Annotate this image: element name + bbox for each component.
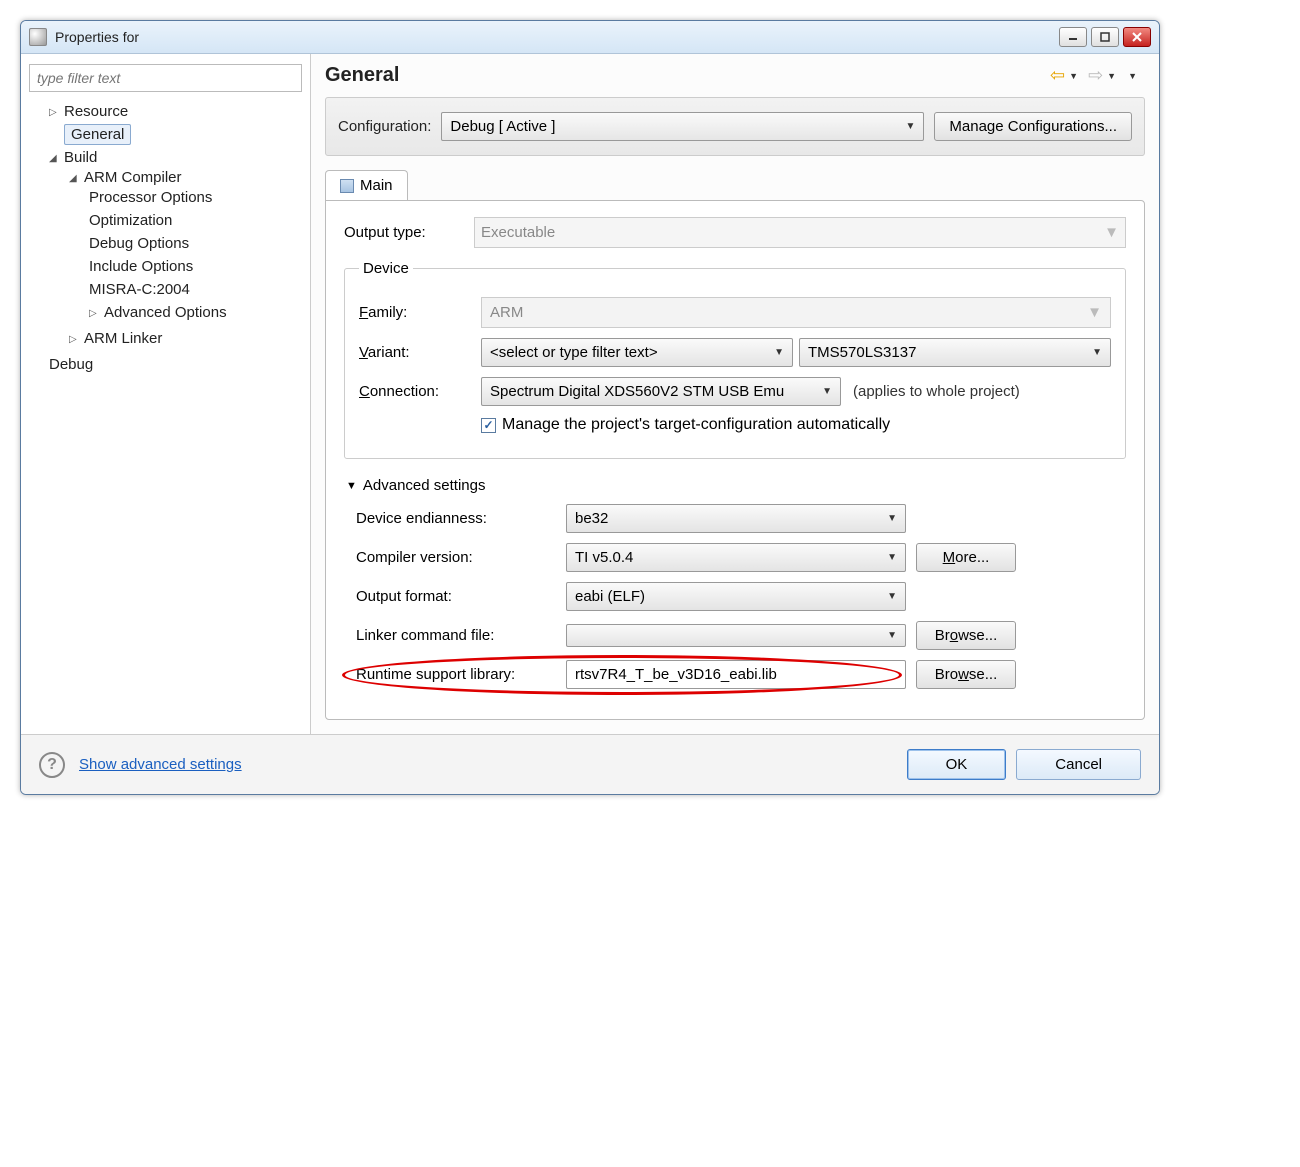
forward-icon[interactable]: ⇨ xyxy=(1088,65,1103,86)
tab-main[interactable]: Main xyxy=(325,170,408,200)
tree-item-misra[interactable]: MISRA-C:2004 xyxy=(89,278,302,301)
main-panel: General ⇦ ▼ ⇨ ▼ ▼ Configuration: Debug [ A… xyxy=(311,54,1159,734)
family-label: Family: xyxy=(359,304,469,321)
tree-item-arm-compiler[interactable]: ◢ARM Compiler Processor Options Optimiza… xyxy=(69,166,302,327)
forward-menu-icon[interactable]: ▼ xyxy=(1107,71,1116,81)
variant-filter-combo[interactable]: <select or type filter text>▼ xyxy=(481,338,793,367)
show-advanced-link[interactable]: Show advanced settings xyxy=(79,756,242,773)
connection-label: Connection: xyxy=(359,383,469,400)
output-type-label: Output type: xyxy=(344,224,464,241)
output-format-select[interactable]: eabi (ELF)▼ xyxy=(566,582,906,611)
linker-browse-button[interactable]: Browse... xyxy=(916,621,1016,650)
connection-note: (applies to whole project) xyxy=(853,383,1020,400)
output-format-label: Output format: xyxy=(356,588,556,605)
maximize-button[interactable] xyxy=(1091,27,1119,47)
configuration-select[interactable]: Debug [ Active ]▼ xyxy=(441,112,924,141)
variant-select[interactable]: TMS570LS3137▼ xyxy=(799,338,1111,367)
help-icon[interactable]: ? xyxy=(39,752,65,778)
ok-button[interactable]: OK xyxy=(907,749,1007,780)
tab-panel-main: Output type: Executable▼ Device Family: … xyxy=(325,200,1145,720)
back-icon[interactable]: ⇦ xyxy=(1050,65,1065,86)
compiler-version-select[interactable]: TI v5.0.4▼ xyxy=(566,543,906,572)
tree-item-include-options[interactable]: Include Options xyxy=(89,255,302,278)
nav-tree: ▷Resource General ◢Build ◢ARM Compiler P… xyxy=(29,100,302,376)
back-menu-icon[interactable]: ▼ xyxy=(1069,71,1078,81)
tree-item-resource[interactable]: ▷Resource xyxy=(49,100,302,123)
tree-item-build[interactable]: ◢Build ◢ARM Compiler Processor Options O… xyxy=(49,146,302,353)
manage-configurations-button[interactable]: Manage Configurations... xyxy=(934,112,1132,141)
rts-library-input[interactable]: rtsv7R4_T_be_v3D16_eabi.lib xyxy=(566,660,906,689)
output-type-select: Executable▼ xyxy=(474,217,1126,248)
family-select: ARM▼ xyxy=(481,297,1111,328)
tree-item-advanced-options[interactable]: ▷Advanced Options xyxy=(89,301,302,324)
dialog-footer: ? Show advanced settings OK Cancel xyxy=(21,734,1159,794)
device-group: Device Family: ARM▼ Variant: <select or … xyxy=(344,260,1126,459)
endianness-label: Device endianness: xyxy=(356,510,556,527)
filter-input[interactable] xyxy=(29,64,302,92)
configuration-label: Configuration: xyxy=(338,118,431,135)
advanced-settings-panel: Device endianness: be32▼ Compiler versio… xyxy=(344,504,1126,689)
manage-target-checkbox[interactable]: ✓ Manage the project's target-configurat… xyxy=(481,416,890,434)
variant-label: Variant: xyxy=(359,344,469,361)
cancel-button[interactable]: Cancel xyxy=(1016,749,1141,780)
sidebar: ▷Resource General ◢Build ◢ARM Compiler P… xyxy=(21,54,311,734)
tree-item-debug-options[interactable]: Debug Options xyxy=(89,232,302,255)
linker-file-combo[interactable]: ▼ xyxy=(566,624,906,647)
configuration-bar: Configuration: Debug [ Active ]▼ Manage … xyxy=(325,97,1145,156)
tab-main-icon xyxy=(340,179,354,193)
tree-item-arm-linker[interactable]: ▷ARM Linker xyxy=(69,327,302,350)
endianness-select[interactable]: be32▼ xyxy=(566,504,906,533)
minimize-button[interactable] xyxy=(1059,27,1087,47)
tree-item-optimization[interactable]: Optimization xyxy=(89,209,302,232)
connection-select[interactable]: Spectrum Digital XDS560V2 STM USB Emu▼ xyxy=(481,377,841,406)
tree-item-debug[interactable]: Debug xyxy=(49,353,302,376)
advanced-settings-toggle[interactable]: ▼ Advanced settings xyxy=(346,477,1126,494)
device-legend: Device xyxy=(359,260,413,277)
page-title: General xyxy=(325,64,1050,87)
view-menu-icon[interactable]: ▼ xyxy=(1128,71,1137,81)
more-button[interactable]: More... xyxy=(916,543,1016,572)
titlebar[interactable]: Properties for xyxy=(21,21,1159,54)
rts-library-label: Runtime support library: xyxy=(356,666,556,683)
rts-browse-button[interactable]: Browse... xyxy=(916,660,1016,689)
compiler-version-label: Compiler version: xyxy=(356,549,556,566)
collapse-icon: ▼ xyxy=(346,480,357,492)
nav-arrows: ⇦ ▼ ⇨ ▼ ▼ xyxy=(1050,65,1145,86)
properties-dialog: Properties for ▷Resource General ◢Build xyxy=(20,20,1160,795)
linker-file-label: Linker command file: xyxy=(356,627,556,644)
close-button[interactable] xyxy=(1123,27,1151,47)
tree-item-processor-options[interactable]: Processor Options xyxy=(89,186,302,209)
tree-item-general[interactable]: General xyxy=(49,123,302,146)
app-icon xyxy=(29,28,47,46)
window-title: Properties for xyxy=(55,29,1059,45)
